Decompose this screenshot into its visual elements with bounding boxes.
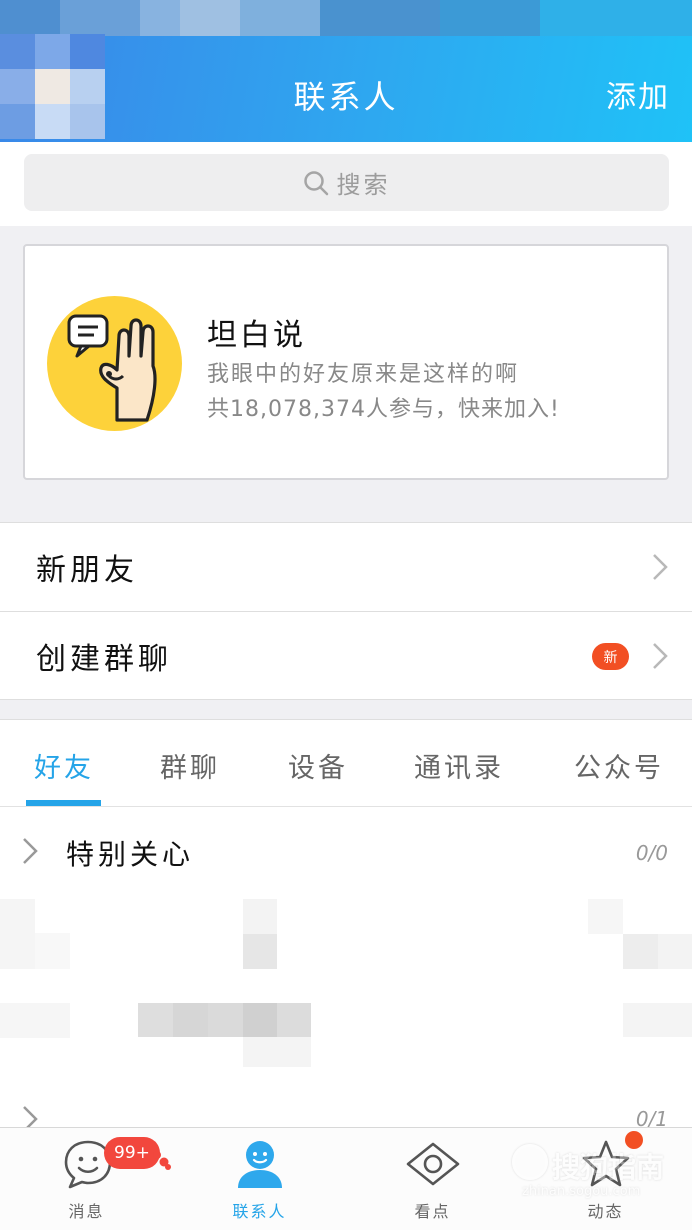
group-count: 0/1 (635, 1107, 668, 1127)
banner-title: 坦白说 (207, 318, 306, 353)
tab-official-accounts[interactable]: 公众号 (574, 746, 664, 785)
nav-discover[interactable]: 看点 (346, 1128, 519, 1230)
banner-subtitle: 我眼中的好友原来是这样的啊 (207, 362, 520, 387)
tab-phone-contacts[interactable]: 通讯录 (414, 746, 504, 785)
blurred-content (173, 1003, 208, 1037)
tab-devices[interactable]: 设备 (288, 746, 348, 785)
blurred-content (0, 1003, 70, 1038)
search-section: 搜索 (0, 142, 692, 226)
tab-friends[interactable]: 好友 (34, 746, 94, 785)
divider (0, 699, 692, 700)
search-input[interactable]: 搜索 (24, 154, 669, 211)
notification-dot (625, 1131, 643, 1149)
contact-tabs: 好友 群聊 设备 通讯录 公众号 (0, 719, 692, 807)
chevron-right-icon (23, 838, 38, 864)
search-placeholder: 搜索 (336, 171, 391, 199)
contacts-person-icon (237, 1141, 282, 1188)
blurred-content (243, 1037, 311, 1067)
blurred-content (0, 899, 35, 969)
confession-hand-icon (47, 296, 182, 431)
blurred-content (623, 1003, 692, 1037)
bottom-nav: 99+ 消息 联系人 看点 动态 (0, 1127, 692, 1230)
star-icon (582, 1140, 629, 1187)
group-special-care[interactable]: 特别关心 0/0 (0, 807, 692, 895)
chevron-right-icon (23, 1106, 38, 1127)
nav-feed[interactable]: 动态 (519, 1128, 692, 1230)
nav-contacts[interactable]: 联系人 (173, 1128, 346, 1230)
nav-label: 动态 (587, 1202, 624, 1221)
app-header: 联系人 添加 (0, 0, 692, 142)
tab-groups[interactable]: 群聊 (160, 746, 220, 785)
chevron-right-icon (653, 643, 668, 669)
group-count: 0/0 (635, 841, 668, 865)
page-title: 联系人 (293, 78, 399, 116)
new-friends-row[interactable]: 新朋友 (0, 523, 692, 611)
create-group-label: 创建群聊 (36, 642, 172, 677)
blurred-content (208, 1003, 243, 1037)
blurred-content (243, 1003, 277, 1037)
chevron-right-icon (653, 554, 668, 580)
friends-list: 特别关心 0/0 0/1 (0, 807, 692, 1127)
blurred-content (623, 934, 658, 969)
add-button[interactable]: 添加 (606, 72, 670, 116)
group-label: 特别关心 (66, 838, 195, 871)
confession-banner[interactable]: 坦白说 我眼中的好友原来是这样的啊 共18,078,374人参与，快来加入! (23, 244, 669, 480)
badge-tail-icon (153, 1151, 171, 1170)
blurred-content (138, 1003, 173, 1037)
create-group-row[interactable]: 创建群聊 新 (0, 612, 692, 700)
blurred-content (277, 1003, 311, 1037)
blurred-content (243, 934, 277, 969)
new-badge: 新 (592, 643, 629, 670)
nav-label: 联系人 (232, 1202, 287, 1221)
banner-participants: 共18,078,374人参与，快来加入! (207, 397, 560, 422)
eye-icon (406, 1142, 459, 1186)
blurred-content (243, 899, 277, 934)
status-bar-blurred (0, 0, 692, 36)
blurred-content (35, 933, 70, 969)
blurred-content (658, 934, 692, 969)
nav-messages[interactable]: 99+ 消息 (0, 1128, 173, 1230)
nav-label: 看点 (414, 1202, 451, 1221)
search-icon (303, 170, 328, 195)
blurred-content (588, 899, 623, 934)
new-friends-label: 新朋友 (36, 553, 138, 588)
nav-label: 消息 (68, 1202, 105, 1221)
group-collapsed[interactable]: 0/1 (0, 1077, 692, 1127)
